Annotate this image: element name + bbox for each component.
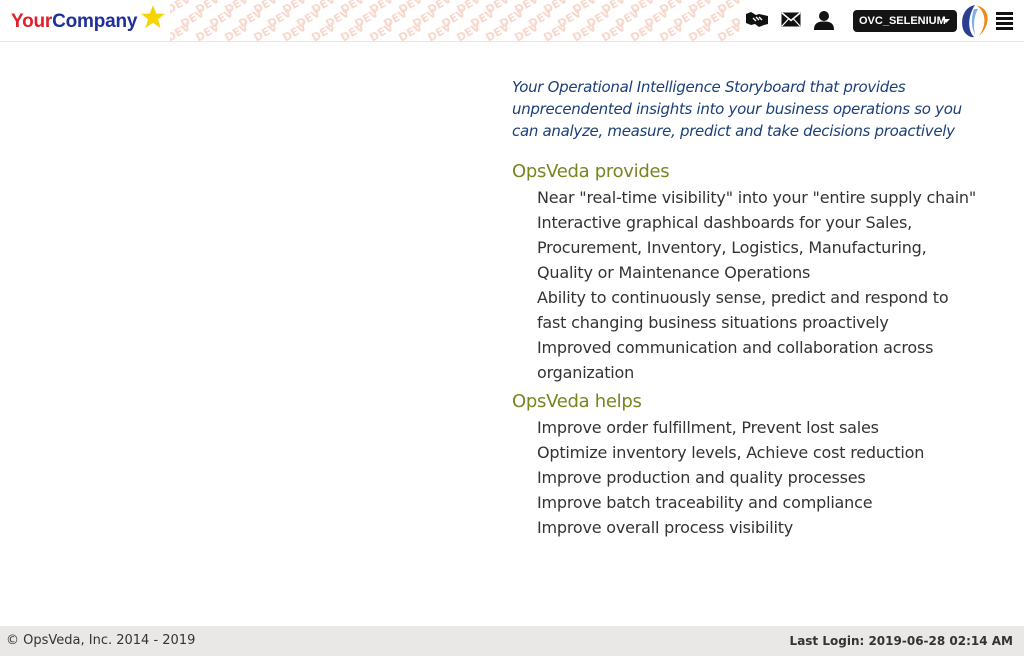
company-logo[interactable]: YourCompany <box>0 0 170 41</box>
watermark-text: DEV <box>541 20 570 42</box>
list-item: Ability to continuously sense, predict a… <box>537 288 949 332</box>
list-item: Improve production and quality processes <box>537 468 866 487</box>
user-name-label: OVC_SELENIUM <box>859 15 946 27</box>
watermark-text: DEV <box>483 20 512 42</box>
list-item: Improve batch traceability and complianc… <box>537 493 873 512</box>
list-item: Improve overall process visibility <box>537 518 794 537</box>
mail-icon[interactable] <box>781 12 801 27</box>
watermark-text: DEV <box>309 20 338 42</box>
watermark-text: DEV <box>599 20 628 42</box>
watermark-text: DEV <box>657 20 686 42</box>
section-title-helps: OpsVeda helps <box>512 391 642 412</box>
tagline-text: Your Operational Intelligence Storyboard… <box>512 78 962 140</box>
watermark-text: DEV <box>512 20 541 42</box>
watermark-text: DEV <box>338 20 367 42</box>
watermark-text: DEV <box>280 20 309 42</box>
watermark-text: DEV <box>222 20 251 42</box>
list-item: Improve order fulfillment, Prevent lost … <box>537 418 879 437</box>
brand-logo-icon <box>962 5 988 38</box>
section-title-provides: OpsVeda provides <box>512 161 670 182</box>
watermark-text: DEV <box>251 20 280 42</box>
star-icon <box>141 5 165 28</box>
watermark-text: DEV <box>425 20 454 42</box>
last-login-text: Last Login: 2019-06-28 02:14 AM <box>789 634 1013 648</box>
copyright-text: © OpsVeda, Inc. 2014 - 2019 <box>6 633 196 648</box>
page-footer: © OpsVeda, Inc. 2014 - 2019 Last Login: … <box>0 626 1024 656</box>
storyboard-intro: Your Operational Intelligence Storyboard… <box>512 76 982 540</box>
watermark-text: DEV <box>570 20 599 42</box>
top-header: DEV DEV DEV DEV DEV DEV DEV DEV DEV DEV DEV DEV DEV D… <box>0 0 1024 42</box>
watermark-text: DEV <box>628 20 657 42</box>
logo-text-your: Your <box>11 11 53 32</box>
hamburger-menu-icon[interactable] <box>996 12 1013 32</box>
list-item: Optimize inventory levels, Achieve cost … <box>537 443 925 462</box>
watermark-text: DEV <box>686 20 715 42</box>
list-item: Near "real-time visibility" into your "e… <box>537 188 977 207</box>
helps-list: Improve order fulfillment, Prevent lost … <box>537 415 982 540</box>
list-item: Improved communication and collaboration… <box>537 338 934 382</box>
provides-list: Near "real-time visibility" into your "e… <box>537 185 982 385</box>
user-account-dropdown[interactable]: OVC_SELENIUM <box>853 10 957 32</box>
handshake-icon[interactable] <box>745 11 769 28</box>
dev-watermark: DEV DEV DEV DEV DEV DEV DEV DEV DEV DEV DEV DEV DEV D… <box>170 0 740 42</box>
logo-text-company: Company <box>52 11 138 32</box>
watermark-text: DEV <box>396 20 425 42</box>
watermark-text: DEV <box>715 20 740 42</box>
watermark-text: DEV <box>367 20 396 42</box>
watermark-text: DEV <box>454 20 483 42</box>
user-icon[interactable] <box>814 10 834 30</box>
caret-down-icon <box>942 19 950 23</box>
watermark-text: DEV <box>193 20 222 42</box>
list-item: Interactive graphical dashboards for you… <box>537 213 927 282</box>
